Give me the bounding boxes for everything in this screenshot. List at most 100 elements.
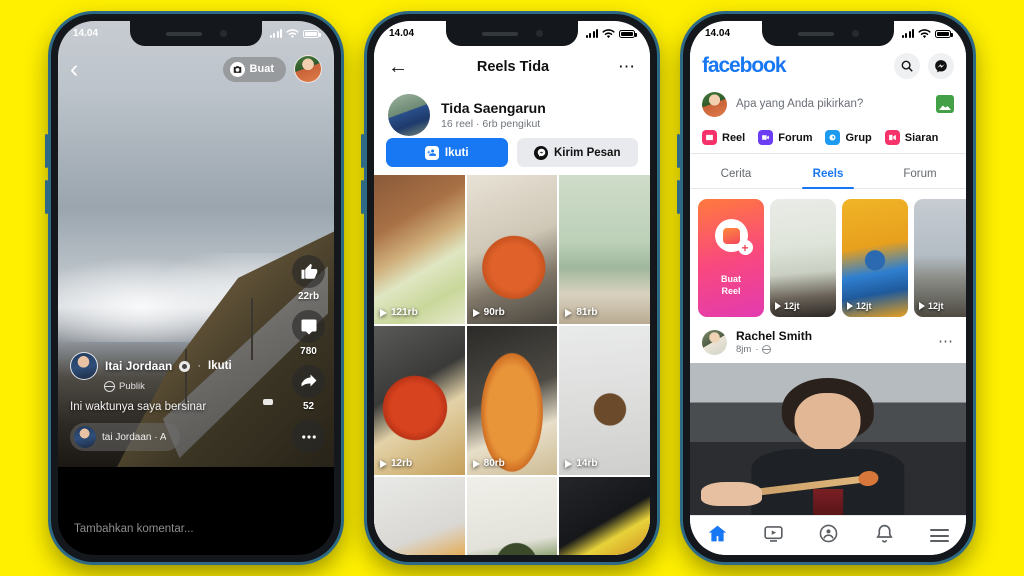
header-actions <box>894 53 954 79</box>
profile-header: Tida Saengarun 16 reel · 6rb pengikut <box>374 88 650 140</box>
tab-notifications[interactable] <box>874 523 895 549</box>
screen-1: 14.04 ‹ Buat 22rb 780 52 Itai Jordaan · … <box>58 21 334 555</box>
front-camera <box>535 30 543 37</box>
comment-bar[interactable]: Tambahkan komentar... <box>58 503 334 555</box>
chip-label: Forum <box>778 131 813 144</box>
avatar[interactable] <box>294 55 322 83</box>
tab-reels[interactable]: Reels <box>782 159 874 189</box>
reels-carousel[interactable]: + Buat Reel 12jt 12jt 12jt <box>690 193 966 321</box>
avatar[interactable] <box>702 91 727 117</box>
search-button[interactable] <box>894 53 920 79</box>
follow-link[interactable]: Ikuti <box>208 360 232 372</box>
reel-grid-item[interactable]: 12rb <box>374 326 465 475</box>
chip-forum[interactable]: Forum <box>758 130 812 145</box>
topbar-right: Buat <box>222 55 322 83</box>
reel-icon <box>702 130 717 145</box>
speaker-grill <box>797 31 834 36</box>
audio-track-pill[interactable]: tai Jordaan · A <box>70 423 181 451</box>
live-icon <box>884 130 900 145</box>
messenger-button[interactable] <box>928 53 954 79</box>
screen-2: 121rb 90rb 81rb 12rb 80rb 14rb ← Reels T… <box>374 21 650 555</box>
chip-reel[interactable]: Reel <box>702 130 745 145</box>
play-icon <box>919 302 925 310</box>
reel-grid-item[interactable] <box>466 477 558 555</box>
post-more-button[interactable]: ⋯ <box>938 335 954 349</box>
create-button[interactable]: Buat <box>222 56 286 82</box>
play-icon <box>565 459 573 468</box>
tab-groups[interactable] <box>818 523 839 549</box>
reel-grid-item[interactable]: 14rb <box>559 326 650 475</box>
author-row[interactable]: Itai Jordaan · Ikuti <box>70 352 276 380</box>
reel-grid-item[interactable]: 121rb <box>374 175 465 324</box>
group-icon <box>825 130 841 145</box>
profile-avatar[interactable] <box>388 94 430 136</box>
author-avatar[interactable] <box>70 352 98 380</box>
reel-grid-item[interactable]: 90rb <box>466 175 558 324</box>
arrow-left-icon[interactable]: ← <box>388 57 408 77</box>
tab-watch[interactable] <box>763 523 784 549</box>
reel-grid-item[interactable] <box>559 477 650 555</box>
chip-label: Siaran <box>904 131 939 144</box>
camera-icon <box>229 61 245 77</box>
reel-grid-item[interactable]: 81rb <box>559 175 650 324</box>
reel-card[interactable]: 12jt <box>842 199 908 317</box>
privacy-label: Publik <box>119 381 145 392</box>
utility-pole <box>251 297 254 360</box>
chip-grup[interactable]: Grup <box>825 130 872 145</box>
separator: · <box>197 360 202 372</box>
profile-name: Tida Saengarun <box>441 100 546 116</box>
reel-grid-item[interactable]: 80rb <box>466 326 558 475</box>
share-icon <box>292 365 325 398</box>
like-button[interactable]: 22rb <box>292 255 325 302</box>
chip-label: Reel <box>722 131 746 144</box>
post-media[interactable] <box>690 363 966 515</box>
create-button-label: Buat <box>249 63 274 75</box>
create-reel-card[interactable]: + Buat Reel <box>698 199 764 317</box>
create-reel-icon: + <box>714 219 753 256</box>
hand <box>701 481 762 506</box>
status-time: 14.04 <box>73 28 99 39</box>
search-icon <box>901 60 913 72</box>
signal-icon <box>269 29 282 38</box>
reel-glyph <box>722 227 740 244</box>
tab-cerita[interactable]: Cerita <box>690 159 782 188</box>
reel-grid-item[interactable] <box>374 477 465 555</box>
message-button-label: Kirim Pesan <box>554 146 621 159</box>
play-icon <box>472 459 480 468</box>
comment-icon <box>292 310 325 343</box>
tab-forum[interactable]: Forum <box>874 159 966 188</box>
comment-placeholder: Tambahkan komentar... <box>74 523 194 535</box>
signal-icon <box>901 29 914 38</box>
message-button[interactable]: Kirim Pesan <box>516 138 638 167</box>
phone-profile-reels: 121rb 90rb 81rb 12rb 80rb 14rb ← Reels T… <box>361 14 657 562</box>
speaker-grill <box>481 31 518 36</box>
front-camera <box>851 30 859 37</box>
photo-icon[interactable] <box>936 95 954 113</box>
post-author-avatar[interactable] <box>702 329 727 355</box>
page-title: Reels Tida <box>476 59 550 75</box>
facebook-header: facebook <box>690 46 966 86</box>
more-dots-icon[interactable]: ⋯ <box>618 58 636 75</box>
audio-label: tai Jordaan · A <box>102 431 167 443</box>
tab-menu[interactable] <box>929 529 949 542</box>
comment-button[interactable]: 780 <box>292 310 325 357</box>
status-time: 14.04 <box>705 28 731 39</box>
share-button[interactable]: 52 <box>292 365 325 412</box>
battery-icon <box>935 29 953 38</box>
post-header: Rachel Smith 8jm · ⋯ <box>690 321 966 361</box>
play-icon <box>775 302 781 310</box>
uniform-placket <box>812 488 844 515</box>
battery-icon <box>619 29 637 38</box>
more-options-button[interactable] <box>292 420 325 453</box>
status-composer[interactable]: Apa yang Anda pikirkan? <box>690 86 966 122</box>
reel-card[interactable]: 12jt <box>914 199 966 317</box>
back-chevron-icon[interactable]: ‹ <box>70 56 78 82</box>
wifi-icon <box>918 28 931 38</box>
follow-button[interactable]: Ikuti <box>386 138 508 167</box>
messenger-icon <box>935 60 947 73</box>
chip-siaran[interactable]: Siaran <box>884 130 939 145</box>
tab-home[interactable] <box>707 523 728 549</box>
groups-icon <box>820 524 838 542</box>
reel-card[interactable]: 12jt <box>770 199 836 317</box>
phones-stage: 14.04 ‹ Buat 22rb 780 52 Itai Jordaan · … <box>0 0 1024 576</box>
